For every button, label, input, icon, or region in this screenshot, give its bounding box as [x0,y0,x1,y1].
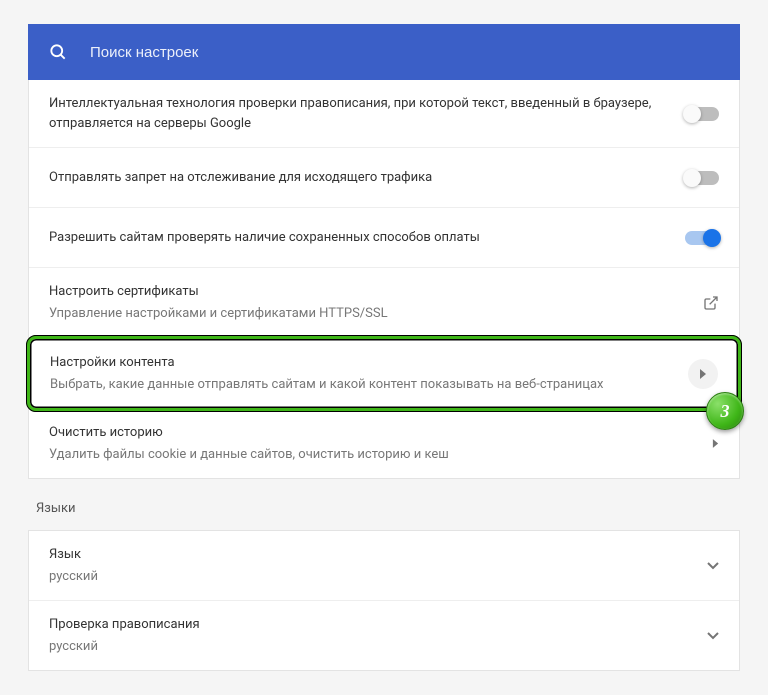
row-title: Проверка правописания [49,615,695,635]
row-title: Настройки контента [50,353,676,373]
row-spellcheck-lang[interactable]: Проверка правописания русский [29,601,739,670]
row-content-settings[interactable]: Настройки контента Выбрать, какие данные… [26,335,742,412]
search-bar[interactable] [28,24,740,80]
annotation-badge: 3 [706,392,744,430]
search-icon [48,42,68,62]
row-title: Интеллектуальная технология проверки пра… [49,94,673,133]
chevron-down-icon [707,562,719,570]
row-certificates[interactable]: Настроить сертификаты Управление настрой… [29,268,739,338]
row-language[interactable]: Язык русский [29,531,739,601]
row-payment[interactable]: Разрешить сайтам проверять наличие сохра… [29,208,739,268]
row-value: русский [49,637,695,657]
row-dnt[interactable]: Отправлять запрет на отслеживание для ис… [29,148,739,208]
toggle-payment[interactable] [685,231,719,245]
row-value: русский [49,567,695,587]
row-clear-history[interactable]: Очистить историю Удалить файлы cookie и … [29,409,739,478]
row-spellcheck[interactable]: Интеллектуальная технология проверки пра… [29,80,739,148]
languages-section-title: Языки [28,479,740,530]
chevron-down-icon [707,632,719,640]
toggle-dnt[interactable] [685,171,719,185]
row-desc: Выбрать, какие данные отправлять сайтам … [50,375,676,395]
search-input[interactable] [90,44,720,61]
row-title: Настроить сертификаты [49,282,691,302]
row-desc: Управление настройками и сертификатами H… [49,304,691,324]
toggle-spellcheck[interactable] [685,107,719,121]
row-title: Отправлять запрет на отслеживание для ис… [49,168,673,188]
row-title: Язык [49,545,695,565]
external-link-icon [703,295,719,311]
chevron-right-icon [712,439,719,448]
row-title: Разрешить сайтам проверять наличие сохра… [49,228,673,248]
row-desc: Удалить файлы cookie и данные сайтов, оч… [49,445,700,465]
chevron-right-icon [688,359,718,389]
languages-card: Язык русский Проверка правописания русск… [28,530,740,671]
privacy-card: Интеллектуальная технология проверки пра… [28,80,740,479]
annotation-number: 3 [721,401,730,422]
row-title: Очистить историю [49,423,700,443]
